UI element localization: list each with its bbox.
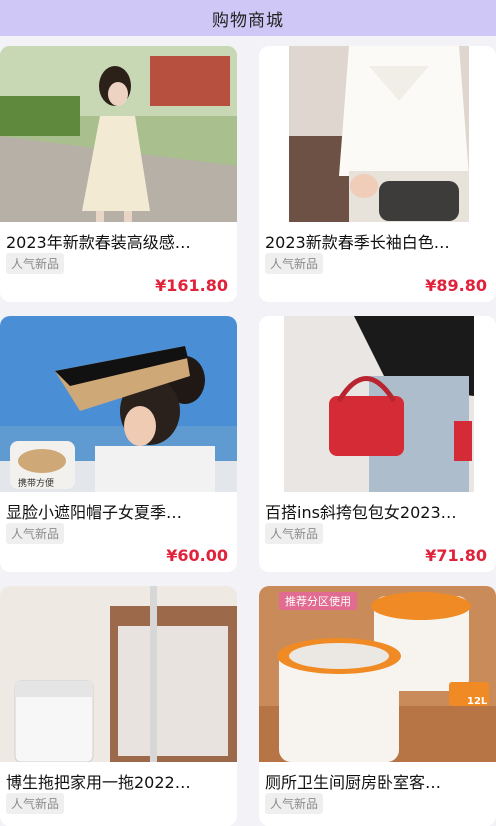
product-image	[0, 316, 237, 492]
product-card[interactable]: 博生拖把家用一拖2022… 人气新品	[0, 586, 237, 826]
product-tag: 人气新品	[265, 793, 324, 814]
product-tag: 人气新品	[6, 793, 65, 814]
product-tag: 人气新品	[265, 253, 324, 274]
image-caption: 携带方便	[18, 479, 55, 489]
product-image	[259, 316, 496, 492]
page-title: 购物商城	[212, 10, 284, 31]
product-image	[259, 46, 496, 222]
product-card[interactable]: 2023年新款春装高级感… 人气新品 ¥161.80	[0, 46, 237, 302]
product-image	[0, 586, 237, 762]
product-name: 博生拖把家用一拖2022…	[6, 773, 191, 792]
product-name: 2023年新款春装高级感…	[6, 233, 191, 252]
product-price: ¥60.00	[166, 546, 228, 565]
product-tag: 人气新品	[6, 253, 65, 274]
product-tag: 人气新品	[265, 523, 324, 544]
product-card[interactable]: 推荐分区使用 12L 厕所卫生间厨房卧室客… 人气新品	[259, 586, 496, 826]
product-name: 厕所卫生间厨房卧室客…	[265, 773, 442, 792]
product-card[interactable]: 携带方便 显脸小遮阳帽子女夏季… 人气新品 ¥60.00	[0, 316, 237, 572]
capacity-badge: 12L	[467, 696, 488, 707]
product-card[interactable]: 2023新款春季长袖白色… 人气新品 ¥89.80	[259, 46, 496, 302]
app-header: 购物商城	[0, 0, 496, 36]
product-price: ¥161.80	[155, 276, 228, 295]
image-banner: 推荐分区使用	[279, 592, 357, 610]
product-price: ¥89.80	[425, 276, 487, 295]
product-name: 显脸小遮阳帽子女夏季…	[6, 503, 183, 522]
product-price: ¥71.80	[425, 546, 487, 565]
product-image	[259, 586, 496, 762]
product-card[interactable]: 百搭ins斜挎包包女2023… 人气新品 ¥71.80	[259, 316, 496, 572]
product-image	[0, 46, 237, 222]
product-name: 2023新款春季长袖白色…	[265, 233, 450, 252]
product-tag: 人气新品	[6, 523, 65, 544]
product-name: 百搭ins斜挎包包女2023…	[265, 503, 457, 522]
